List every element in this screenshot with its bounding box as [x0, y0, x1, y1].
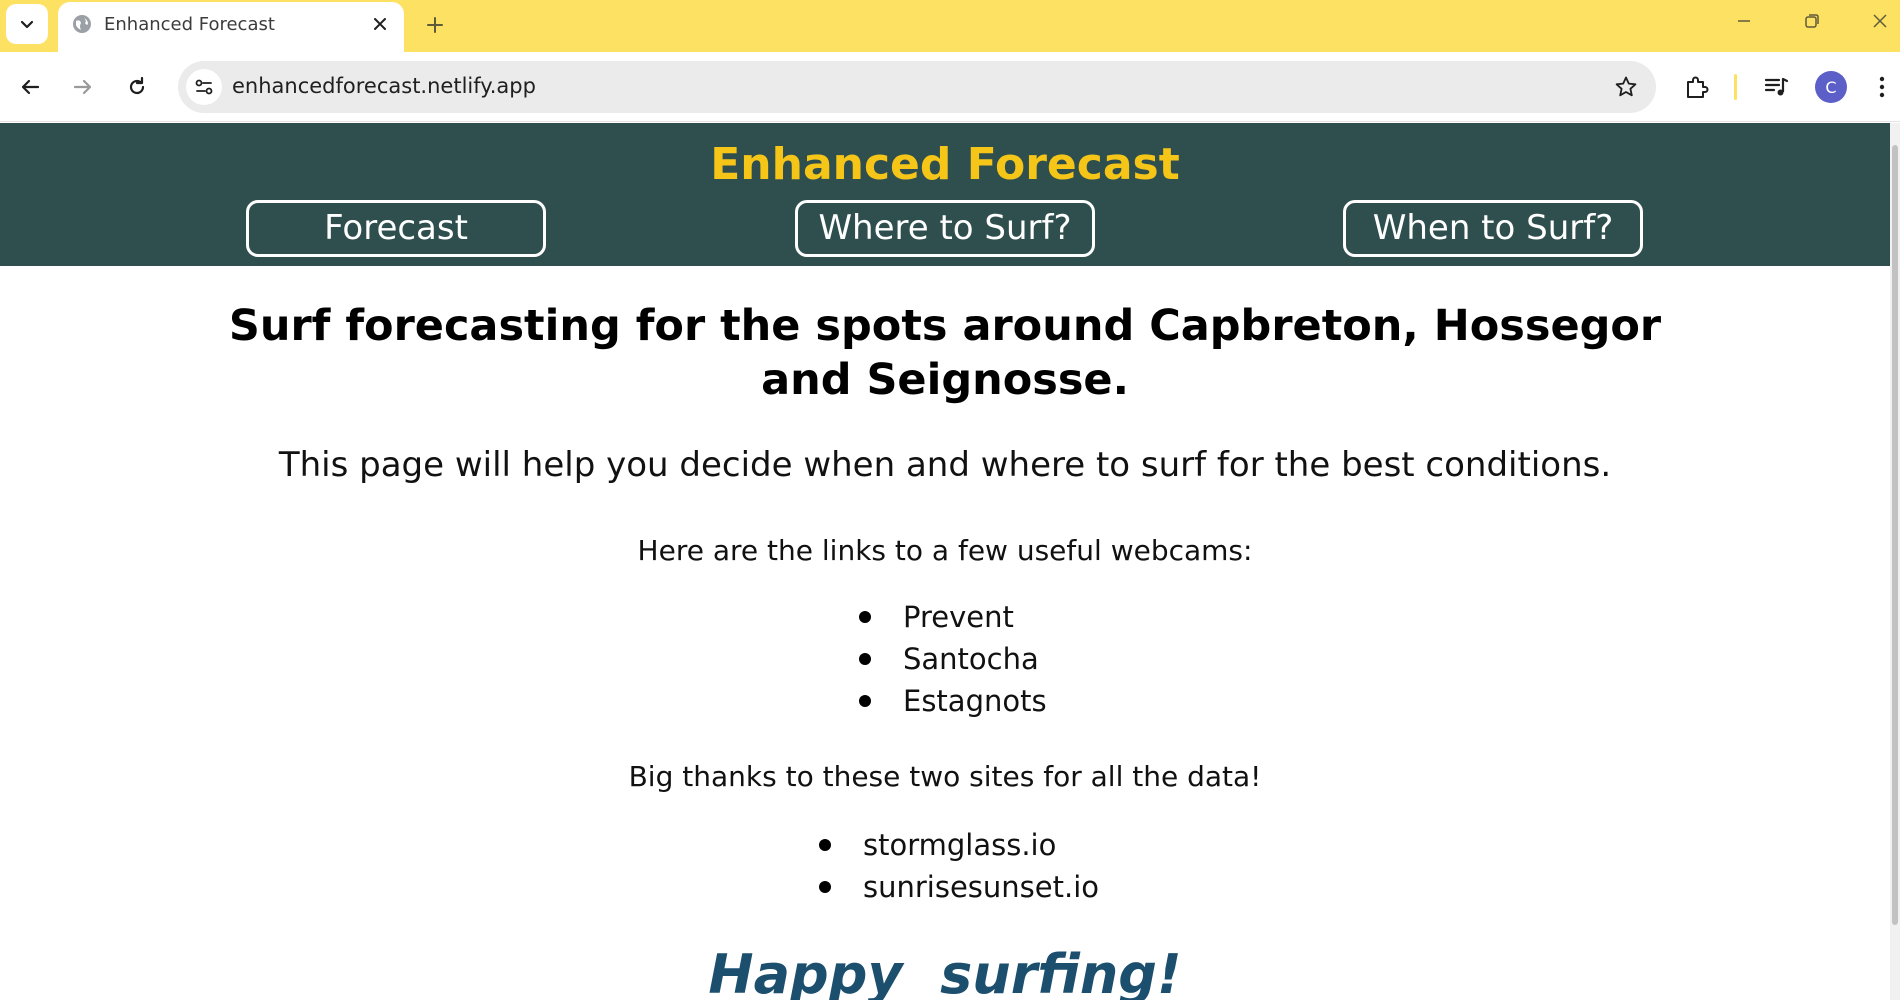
- intro-text: This page will help you decide when and …: [278, 445, 1612, 485]
- list-item: Estagnots: [858, 680, 1047, 722]
- site-header: Enhanced Forecast Forecast Where to Surf…: [0, 123, 1890, 266]
- page-scrollbar[interactable]: [1890, 123, 1900, 1000]
- browser-menu-button[interactable]: [1865, 70, 1899, 104]
- back-button[interactable]: [11, 68, 49, 106]
- thanks-text: Big thanks to these two sites for all th…: [628, 760, 1262, 793]
- list-item: stormglass.io: [818, 824, 1099, 866]
- webcam-list: Prevent Santocha Estagnots: [858, 596, 1047, 722]
- list-item: Santocha: [858, 638, 1047, 680]
- data-sources-list: stormglass.io sunrisesunset.io: [818, 824, 1099, 908]
- tune-icon: [195, 79, 213, 95]
- restore-icon: [1805, 14, 1819, 28]
- webcam-link-estagnots[interactable]: Estagnots: [903, 684, 1047, 718]
- site-info-button[interactable]: [186, 69, 222, 105]
- media-controls-button[interactable]: [1759, 70, 1793, 104]
- minimize-button[interactable]: [1724, 6, 1764, 36]
- close-icon: [1873, 14, 1887, 28]
- closing-message: Happy surfing!: [708, 943, 1182, 1000]
- bookmark-button[interactable]: [1612, 73, 1640, 101]
- globe-icon: [73, 15, 91, 33]
- reload-button[interactable]: [118, 68, 156, 106]
- nav-when-to-surf-button[interactable]: When to Surf?: [1343, 200, 1643, 257]
- list-item: sunrisesunset.io: [818, 866, 1099, 908]
- toolbar-divider: [1734, 74, 1737, 100]
- browser-tab[interactable]: Enhanced Forecast: [58, 2, 404, 52]
- browser-toolbar: enhancedforecast.netlify.app C: [0, 52, 1900, 122]
- close-window-button[interactable]: [1860, 6, 1900, 36]
- restore-button[interactable]: [1792, 6, 1832, 36]
- scrollbar-thumb[interactable]: [1892, 145, 1898, 925]
- close-tab-button[interactable]: [368, 12, 392, 36]
- nav-where-to-surf-button[interactable]: Where to Surf?: [795, 200, 1095, 257]
- arrow-right-icon: [73, 79, 92, 95]
- more-vert-icon: [1879, 76, 1885, 98]
- puzzle-icon: [1687, 76, 1709, 98]
- source-link-stormglass[interactable]: stormglass.io: [863, 828, 1056, 862]
- plus-icon: [427, 17, 443, 33]
- arrow-left-icon: [21, 79, 40, 95]
- extensions-button[interactable]: [1680, 70, 1714, 104]
- star-icon: [1615, 76, 1637, 97]
- profile-avatar[interactable]: C: [1815, 71, 1847, 103]
- source-link-sunrisesunset[interactable]: sunrisesunset.io: [863, 870, 1099, 904]
- queue-music-icon: [1764, 77, 1789, 96]
- site-title: Enhanced Forecast: [710, 139, 1180, 190]
- nav-forecast-button[interactable]: Forecast: [246, 200, 546, 257]
- chevron-down-icon: [20, 20, 34, 29]
- new-tab-button[interactable]: [420, 10, 450, 40]
- page-viewport: Enhanced Forecast Forecast Where to Surf…: [0, 123, 1890, 1000]
- close-icon: [374, 18, 386, 30]
- reload-icon: [129, 76, 145, 95]
- page-heading: Surf forecasting for the spots around Ca…: [228, 301, 1662, 405]
- tab-search-button[interactable]: [6, 4, 48, 44]
- webcams-intro: Here are the links to a few useful webca…: [637, 534, 1253, 567]
- tab-title: Enhanced Forecast: [104, 14, 275, 35]
- webcam-link-prevent[interactable]: Prevent: [903, 600, 1014, 634]
- forward-button[interactable]: [64, 68, 102, 106]
- list-item: Prevent: [858, 596, 1047, 638]
- address-bar[interactable]: enhancedforecast.netlify.app: [178, 61, 1656, 113]
- tab-strip: Enhanced Forecast: [0, 0, 1900, 52]
- webcam-link-santocha[interactable]: Santocha: [903, 642, 1039, 676]
- url-text[interactable]: enhancedforecast.netlify.app: [232, 74, 536, 98]
- minimize-icon: [1738, 20, 1750, 22]
